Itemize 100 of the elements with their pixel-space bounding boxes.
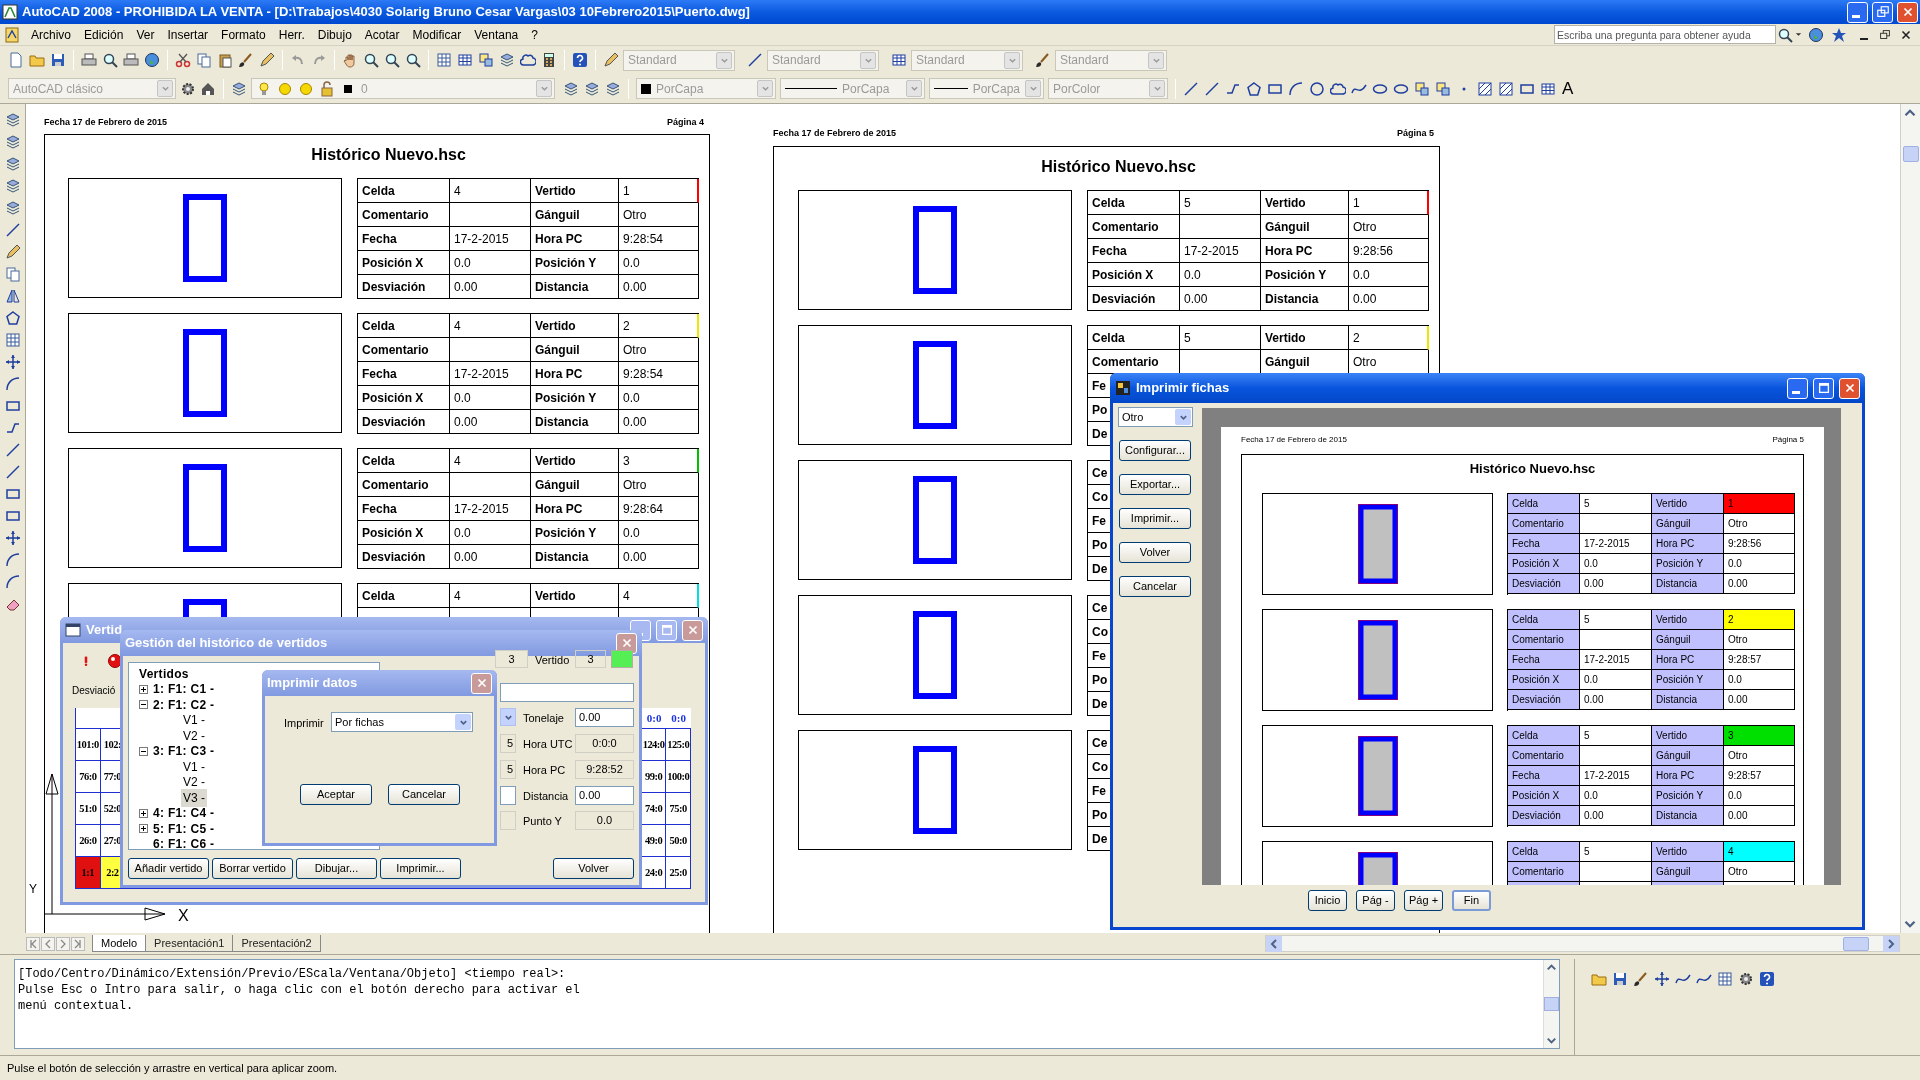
tree-item[interactable]: Vertidos [137, 664, 191, 683]
scroll-right-icon[interactable] [1883, 935, 1899, 952]
menu-item[interactable]: Edición [78, 25, 130, 44]
close-button[interactable] [1839, 377, 1860, 399]
block-icon[interactable] [478, 52, 494, 68]
line-icon[interactable] [747, 52, 763, 68]
scroll-thumb[interactable] [1544, 997, 1559, 1011]
help-icon[interactable] [572, 52, 588, 68]
button[interactable]: Inicio [1308, 890, 1347, 911]
polygon-icon[interactable] [4, 310, 21, 326]
layers-icon[interactable] [605, 80, 621, 97]
layout-tab[interactable]: Modelo [92, 935, 147, 952]
button[interactable]: Pág + [1404, 890, 1443, 911]
button[interactable]: Pág - [1356, 890, 1395, 911]
pen-icon[interactable] [4, 244, 21, 260]
grid-cell[interactable]: 50:0 [666, 825, 691, 857]
calculator-icon[interactable] [541, 52, 557, 68]
polygon-icon[interactable] [1246, 80, 1262, 97]
magnifier-icon[interactable] [102, 52, 118, 68]
help-icon[interactable] [1759, 971, 1775, 987]
cloud-icon[interactable] [520, 52, 536, 68]
document-icon[interactable] [4, 26, 20, 43]
line-icon[interactable] [1183, 80, 1199, 97]
layers-icon[interactable] [4, 134, 21, 150]
vertical-scrollbar[interactable] [1543, 960, 1559, 1048]
grid-cell[interactable]: 100:0 [666, 761, 691, 793]
save-icon[interactable] [50, 52, 66, 68]
arc-icon[interactable] [4, 574, 21, 590]
input-field[interactable] [500, 786, 516, 805]
grid-cell[interactable]: 51:0 [76, 793, 101, 825]
layers-icon[interactable] [231, 80, 247, 97]
expand-icon[interactable] [139, 824, 148, 834]
block-icon[interactable] [1414, 80, 1430, 97]
scroll-thumb[interactable] [1902, 146, 1919, 162]
block-icon[interactable] [1435, 80, 1451, 97]
tab-scroll-icon[interactable] [41, 936, 55, 951]
button[interactable]: Exportar... [1119, 474, 1191, 495]
clipboard-icon[interactable] [217, 52, 233, 68]
expand-icon[interactable] [139, 808, 148, 818]
move-icon[interactable] [4, 530, 21, 546]
save-icon[interactable] [1612, 971, 1628, 987]
button[interactable]: Añadir vertido [128, 858, 209, 879]
help-search-field[interactable]: Escriba una pregunta para obtener ayuda [1554, 25, 1776, 44]
rectangle-icon[interactable] [4, 508, 21, 524]
pen-icon[interactable] [259, 52, 275, 68]
sun-icon[interactable] [277, 80, 293, 97]
menu-item[interactable]: Herr. [272, 25, 311, 44]
globe-icon[interactable] [144, 52, 160, 68]
line-icon[interactable] [1204, 80, 1220, 97]
grid-cell[interactable]: 125:0 [666, 729, 691, 761]
line-icon[interactable] [4, 464, 21, 480]
button[interactable]: Borrar vertido [212, 858, 293, 879]
layers-icon[interactable] [4, 112, 21, 128]
caret-icon[interactable] [1794, 30, 1803, 39]
expand-icon[interactable] [139, 684, 148, 694]
magnifier-icon[interactable] [1777, 26, 1793, 43]
menu-item[interactable]: Ventana [468, 25, 525, 44]
collapse-icon[interactable] [139, 700, 148, 710]
input-field[interactable] [500, 683, 634, 702]
copy-icon[interactable] [4, 266, 21, 282]
grid-cell[interactable]: 76:0 [76, 761, 101, 793]
menu-item[interactable]: Insertar [161, 25, 215, 44]
vertical-scrollbar[interactable] [1900, 104, 1920, 933]
line-icon[interactable] [4, 222, 21, 238]
layout-tab[interactable]: Presentación2 [232, 935, 321, 952]
grid-icon[interactable] [1717, 971, 1733, 987]
layers-icon[interactable] [563, 80, 579, 97]
polyline-icon[interactable] [4, 420, 21, 436]
minimize-button[interactable] [1787, 377, 1808, 399]
move-icon[interactable] [1654, 971, 1670, 987]
menu-item[interactable]: Dibujo [311, 25, 358, 44]
globe-icon[interactable] [1808, 26, 1824, 43]
table-icon[interactable] [891, 52, 907, 68]
circle-icon[interactable] [1309, 80, 1325, 97]
button[interactable]: Volver [553, 858, 634, 879]
button[interactable]: Aceptar [300, 784, 372, 805]
dropdown-button[interactable] [500, 708, 516, 726]
folder-icon[interactable] [1591, 971, 1607, 987]
rectangle-icon[interactable] [4, 486, 21, 502]
input-field[interactable]: 0.00 [575, 786, 634, 805]
menu-item[interactable]: ? [525, 25, 544, 44]
button[interactable]: Fin [1452, 890, 1491, 911]
move-icon[interactable] [4, 354, 21, 370]
minimize-button[interactable] [1847, 1, 1868, 23]
button[interactable]: Cancelar [388, 784, 460, 805]
layers-icon[interactable] [584, 80, 600, 97]
layers-icon[interactable] [499, 52, 515, 68]
table-icon[interactable] [1540, 80, 1556, 97]
layers-icon[interactable] [4, 178, 21, 194]
grid-icon[interactable] [436, 52, 452, 68]
menu-item[interactable]: Archivo [25, 25, 77, 44]
arc-icon[interactable] [4, 552, 21, 568]
star-icon[interactable] [1831, 26, 1847, 43]
print-mode-dropdown[interactable]: Por fichas [331, 712, 473, 732]
line-icon[interactable] [4, 442, 21, 458]
arc-icon[interactable] [4, 376, 21, 392]
brush-icon[interactable] [238, 52, 254, 68]
grid-cell[interactable]: 75:0 [666, 793, 691, 825]
grid-cell[interactable]: 1:1 [76, 857, 101, 889]
sun-icon[interactable] [298, 80, 314, 97]
